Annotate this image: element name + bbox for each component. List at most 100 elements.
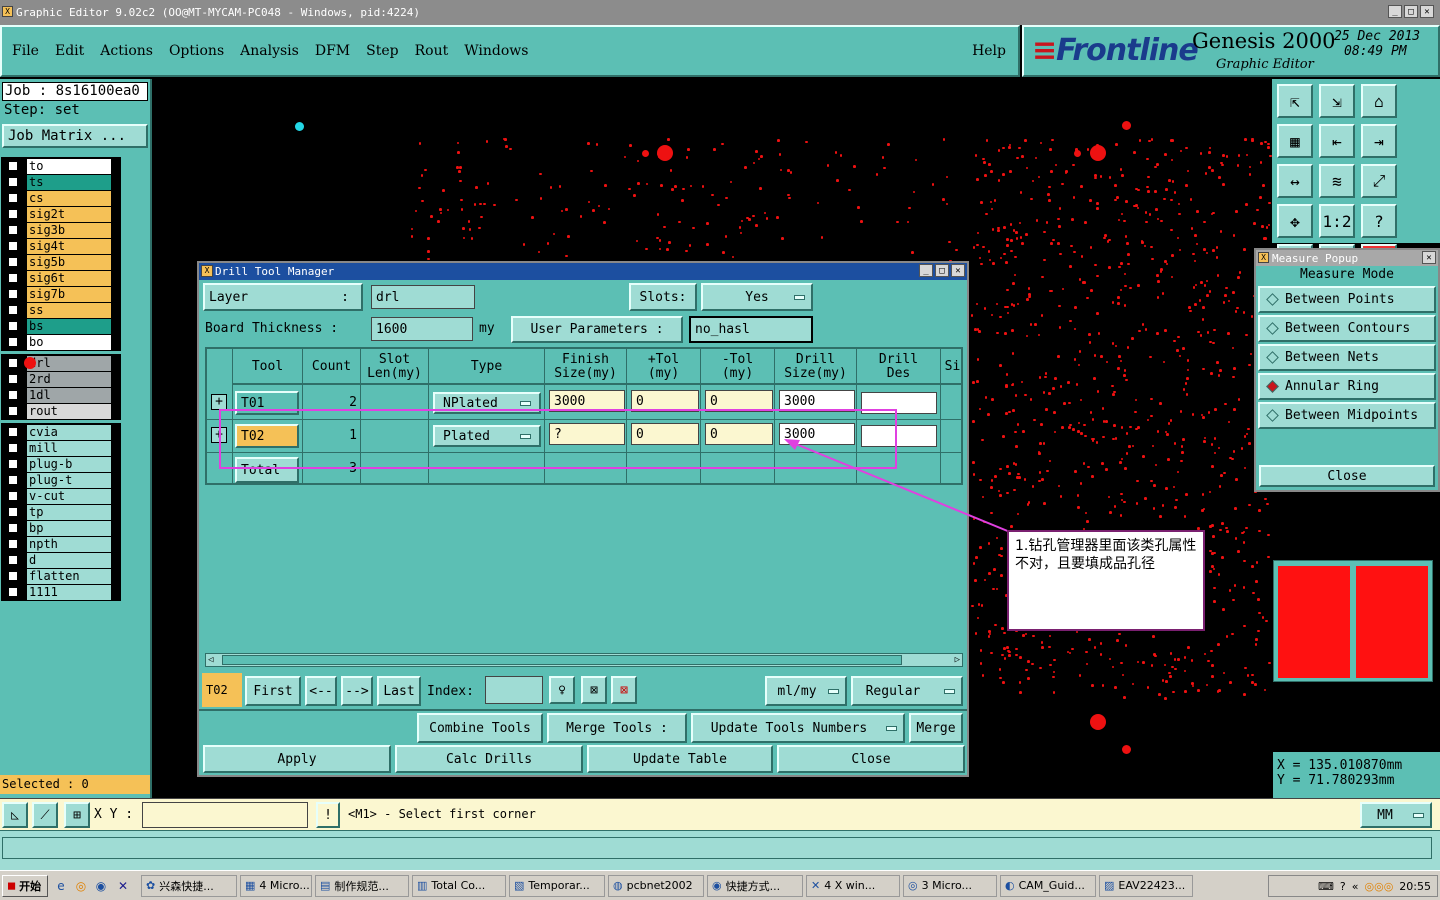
scroll-left-icon[interactable]: ◁ (208, 655, 213, 665)
layer-checkbox[interactable] (7, 522, 19, 534)
scroll-thumb[interactable] (222, 655, 902, 665)
slots-dropdown[interactable]: Yes (701, 283, 813, 311)
layer-checkbox[interactable] (7, 272, 19, 284)
user-parameters-field[interactable]: no_hasl (689, 316, 813, 343)
apply-button[interactable]: Apply (203, 745, 391, 773)
taskbar-item[interactable]: ✕ 4 X win... (806, 874, 900, 897)
layer-row[interactable]: sig3b (2, 222, 120, 238)
update-tools-numbers-dropdown[interactable]: Update Tools Numbers (691, 713, 905, 743)
layer-checkbox[interactable] (7, 474, 19, 486)
taskbar-item[interactable]: ◐ CAM_Guid... (1000, 874, 1096, 897)
job-matrix-button[interactable]: Job Matrix ... (2, 124, 148, 148)
layer-row[interactable]: mill (2, 440, 120, 456)
maximize-button[interactable]: □ (1404, 5, 1418, 18)
layer-row[interactable]: bo (2, 334, 120, 350)
tray-expand-icon[interactable]: « (1352, 880, 1359, 893)
layer-row[interactable]: sig6t (2, 270, 120, 286)
units-dropdown[interactable]: ml/my (765, 676, 847, 706)
layer-checkbox[interactable] (7, 224, 19, 236)
zoom-back-icon[interactable]: ⌂ (1361, 84, 1397, 118)
layer-checkbox[interactable] (7, 240, 19, 252)
layer-row[interactable]: 2rd (2, 371, 120, 387)
menu-item-step[interactable]: Step (366, 43, 398, 59)
layer-row[interactable]: cvia (2, 424, 120, 440)
dtm-maximize-button[interactable]: □ (935, 264, 949, 277)
layer-checkbox[interactable] (7, 405, 19, 417)
type-dropdown[interactable]: NPlated (433, 392, 541, 414)
center-icon[interactable]: ✥ (1277, 204, 1313, 238)
start-button[interactable]: ◼ 开始 (2, 874, 48, 897)
taskbar-item[interactable]: ▦ 4 Micro... (240, 874, 312, 897)
layer-row[interactable]: sig4t (2, 238, 120, 254)
dtm-close-icon[interactable]: ✕ (951, 264, 965, 277)
layer-checkbox[interactable] (7, 320, 19, 332)
layer-row[interactable]: sig7b (2, 286, 120, 302)
layer-row[interactable]: sig5b (2, 254, 120, 270)
tray-apps-icon[interactable]: ◎◎◎ (1365, 880, 1394, 893)
layer-checkbox[interactable] (7, 490, 19, 502)
layer-checkbox[interactable] (7, 458, 19, 470)
layer-row[interactable]: rout (2, 403, 120, 419)
layer-checkbox[interactable] (7, 586, 19, 598)
taskbar-item[interactable]: ▥ Total Co... (412, 874, 506, 897)
pan-icon[interactable]: ↔ (1277, 164, 1313, 198)
merge-button[interactable]: Merge (909, 713, 963, 743)
calc-drills-button[interactable]: Calc Drills (395, 745, 583, 773)
finish-size-field[interactable]: ? (549, 423, 625, 445)
taskbar-item[interactable]: ◎ 3 Micro... (903, 874, 997, 897)
command-line[interactable] (0, 830, 1440, 870)
measure-option-between-contours[interactable]: Between Contours (1258, 315, 1436, 342)
layer-checkbox[interactable] (7, 570, 19, 582)
plus-tol-field[interactable]: 0 (631, 390, 699, 412)
measure-icon[interactable]: ⟋ (32, 802, 58, 828)
x-app-icon[interactable]: ✕ (111, 879, 135, 893)
layer-checkbox[interactable] (7, 304, 19, 316)
layer-row[interactable]: d (2, 552, 120, 568)
layer-checkbox[interactable] (7, 288, 19, 300)
layer-checkbox[interactable] (7, 389, 19, 401)
layer-row[interactable]: sig2t (2, 206, 120, 222)
command-input[interactable] (2, 837, 1432, 859)
layer-row[interactable]: cs (2, 190, 120, 206)
measure-option-between-nets[interactable]: Between Nets (1258, 344, 1436, 371)
layer-checkbox[interactable] (7, 256, 19, 268)
taskbar-item[interactable]: ▤ 制作规范... (315, 874, 409, 897)
preview-thumbnail[interactable] (1273, 560, 1433, 682)
drill-des-field[interactable] (861, 392, 937, 414)
menu-help[interactable]: Help (972, 43, 1006, 59)
dtm-minimize-button[interactable]: _ (919, 264, 933, 277)
layer-row[interactable]: flatten (2, 568, 120, 584)
move-left-icon[interactable]: ⇤ (1319, 124, 1355, 158)
fit-icon[interactable]: ⤢ (1361, 164, 1397, 198)
move-right-icon[interactable]: ⇥ (1361, 124, 1397, 158)
menu-item-windows[interactable]: Windows (464, 43, 528, 59)
taskbar-item[interactable]: ▨ EAV22423... (1099, 874, 1193, 897)
minus-tol-field[interactable]: 0 (705, 390, 773, 412)
layer-row[interactable]: bs (2, 318, 120, 334)
layer-checkbox[interactable] (7, 538, 19, 550)
layer-checkbox[interactable] (7, 192, 19, 204)
plus-tol-field[interactable]: 0 (631, 423, 699, 445)
ie-icon[interactable]: e (51, 879, 71, 893)
layer-checkbox[interactable] (7, 506, 19, 518)
taskbar-item[interactable]: ◉ 快捷方式... (707, 874, 803, 897)
tool-cell[interactable]: T01 (235, 391, 299, 415)
layer-row[interactable]: bp (2, 520, 120, 536)
taskbar-item[interactable]: ▧ Temporar... (509, 874, 605, 897)
expand-row-icon[interactable]: + (211, 427, 227, 443)
index-field[interactable] (485, 676, 543, 704)
update-table-button[interactable]: Update Table (587, 745, 773, 773)
help-tray-icon[interactable]: ? (1340, 880, 1346, 893)
layer-row[interactable]: ts (2, 174, 120, 190)
horizontal-scrollbar[interactable]: ◁ ▷ (205, 653, 963, 667)
type-dropdown[interactable]: Plated (433, 425, 541, 447)
combine-tools-button[interactable]: Combine Tools (417, 713, 543, 743)
menu-item-options[interactable]: Options (169, 43, 224, 59)
measure-close-button[interactable]: Close (1259, 465, 1435, 487)
bulb-icon[interactable]: ♀ (549, 676, 575, 704)
alert-icon[interactable]: ! (316, 802, 340, 828)
layer-checkbox[interactable] (7, 357, 19, 369)
keyboard-icon[interactable]: ⌨ (1318, 880, 1334, 893)
layer-checkbox[interactable] (7, 373, 19, 385)
thickness-field[interactable]: 1600 (371, 317, 473, 341)
